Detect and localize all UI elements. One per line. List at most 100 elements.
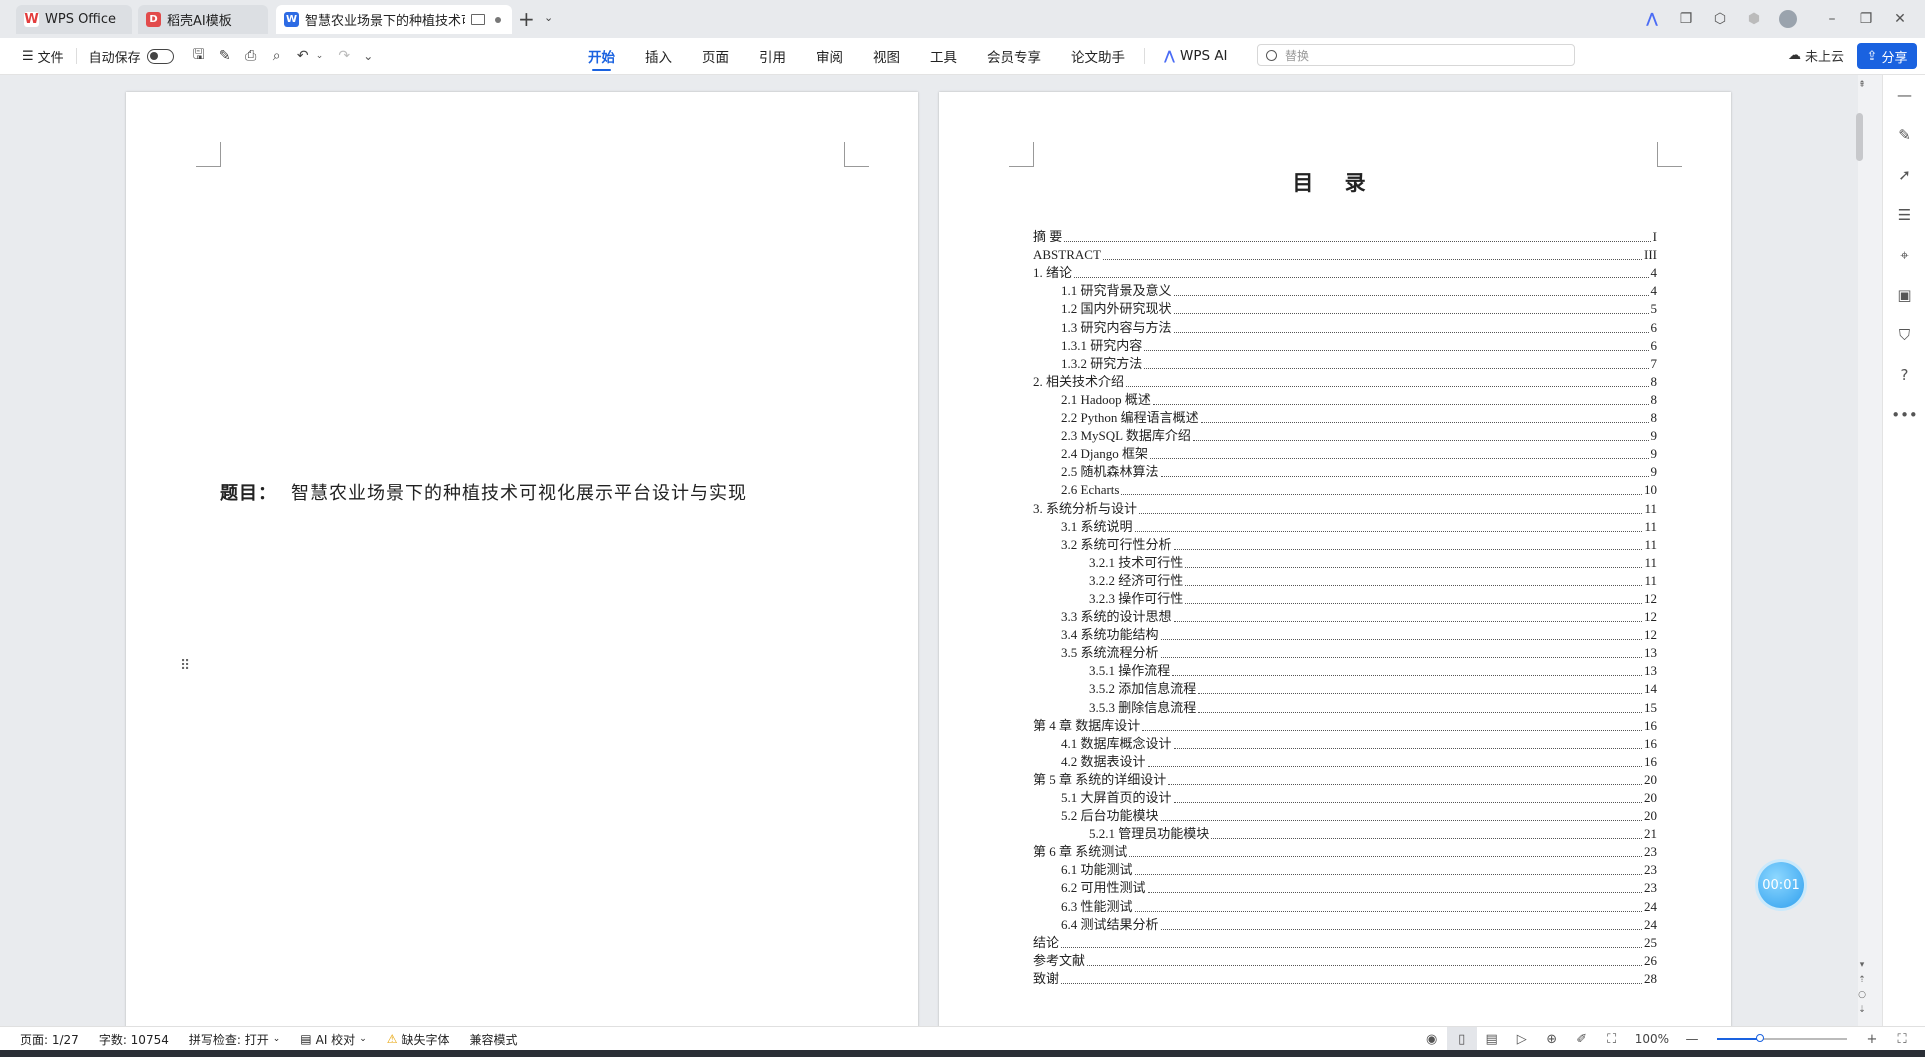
toc-entry[interactable]: 1.3.1 研究内容 6 xyxy=(1033,337,1657,355)
restore-icon[interactable]: ❐ xyxy=(1855,8,1877,30)
toc-entry[interactable]: 2.3 MySQL 数据库介绍 9 xyxy=(1033,427,1657,445)
page-view-icon[interactable]: ▯ xyxy=(1446,1027,1477,1051)
ai-check-button[interactable]: ▤ AI 校对 ⌄ xyxy=(300,1031,366,1048)
web-view-icon[interactable]: ⊕ xyxy=(1537,1027,1567,1051)
menu-view[interactable]: 视图 xyxy=(873,38,900,74)
select-cursor-icon[interactable]: ➚ xyxy=(1883,155,1925,195)
toc-entry[interactable]: 3.2 系统可行性分析 11 xyxy=(1033,536,1657,554)
toc-entry[interactable]: 2.6 Echarts 10 xyxy=(1033,481,1657,499)
pen-icon[interactable]: ✎ xyxy=(1883,115,1925,155)
page-indicator[interactable]: 页面: 1/27 xyxy=(20,1031,79,1048)
toc-entry[interactable]: 3.2.3 操作可行性 12 xyxy=(1033,590,1657,608)
window-mode-icon[interactable]: ❐ xyxy=(1675,8,1697,30)
toc-entry[interactable]: 5.2 后台功能模块 20 xyxy=(1033,807,1657,825)
help-icon[interactable]: ? xyxy=(1883,355,1925,395)
menu-thesis-assistant[interactable]: 论文助手 xyxy=(1071,38,1125,74)
toc-entry[interactable]: 3.4 系统功能结构 12 xyxy=(1033,626,1657,644)
toc-entry[interactable]: 第 5 章 系统的详细设计 20 xyxy=(1033,771,1657,789)
zoom-slider-knob[interactable] xyxy=(1755,1034,1764,1042)
settings-icon[interactable]: ⬢ xyxy=(1743,8,1765,30)
toc-entry[interactable]: 3.5.1 操作流程 13 xyxy=(1033,662,1657,680)
collapse-panel-icon[interactable]: — xyxy=(1883,75,1925,115)
toc-entry[interactable]: 3.5.2 添加信息流程 14 xyxy=(1033,680,1657,698)
more-icon[interactable]: ••• xyxy=(1883,395,1925,435)
toc-entry[interactable]: 6.4 测试结果分析 24 xyxy=(1033,916,1657,934)
pointer-icon[interactable]: ⌖ xyxy=(1883,235,1925,275)
print-icon[interactable]: ⎙ xyxy=(242,47,260,65)
recording-timer[interactable]: 00:01 xyxy=(1758,862,1804,908)
toc-entry[interactable]: 2.1 Hadoop 概述 8 xyxy=(1033,391,1657,409)
toc-entry[interactable]: 4.1 数据库概念设计 16 xyxy=(1033,735,1657,753)
scroll-down-icon[interactable]: ▾ xyxy=(1855,960,1869,970)
toc-entry[interactable]: 3. 系统分析与设计 11 xyxy=(1033,499,1657,517)
word-count[interactable]: 字数: 10754 xyxy=(99,1031,169,1048)
redo-icon[interactable]: ↷ xyxy=(335,47,353,65)
toc-entry[interactable]: 6.2 可用性测试 23 xyxy=(1033,879,1657,897)
menu-references[interactable]: 引用 xyxy=(759,38,786,74)
menu-wps-ai[interactable]: ⋀ WPS AI xyxy=(1164,38,1228,74)
tab-wps-office[interactable]: W WPS Office xyxy=(16,5,132,34)
spellcheck-status[interactable]: 拼写检查: 打开 ⌄ xyxy=(189,1031,280,1048)
minimize-icon[interactable]: – xyxy=(1821,8,1843,30)
toc-entry[interactable]: 2.5 随机森林算法 9 xyxy=(1033,463,1657,481)
write-mode-icon[interactable]: ✐ xyxy=(1567,1027,1597,1051)
menu-page[interactable]: 页面 xyxy=(702,38,729,74)
toc-entry[interactable]: 3.1 系统说明 11 xyxy=(1033,518,1657,536)
eye-protection-icon[interactable]: ◉ xyxy=(1417,1027,1447,1051)
undo-icon[interactable]: ↶ xyxy=(294,47,312,65)
cloud-status-button[interactable]: ☁ 未上云 xyxy=(1788,46,1844,65)
menu-review[interactable]: 审阅 xyxy=(816,38,843,74)
toc-entry[interactable]: 6.1 功能测试 23 xyxy=(1033,861,1657,879)
share-button[interactable]: ⇪ 分享 xyxy=(1857,43,1917,69)
scroll-thumb[interactable] xyxy=(1856,113,1863,161)
format-painter-icon[interactable]: ✎ xyxy=(216,47,234,65)
autosave-toggle[interactable] xyxy=(146,48,174,64)
shirt-icon[interactable]: ⛉ xyxy=(1883,315,1925,355)
scroll-top-icon[interactable]: ⇞ xyxy=(1855,80,1869,90)
toc-entry[interactable]: 6.3 性能测试 24 xyxy=(1033,897,1657,915)
menu-tools[interactable]: 工具 xyxy=(930,38,957,74)
vertical-scrollbar[interactable] xyxy=(1858,75,1882,1026)
toc-entry[interactable]: 2.4 Django 框架 9 xyxy=(1033,445,1657,463)
toc-entry[interactable]: 5.1 大屏首页的设计 20 xyxy=(1033,789,1657,807)
toc-entry[interactable]: 3.5.3 删除信息流程 15 xyxy=(1033,698,1657,716)
prev-page-icon[interactable]: ⇡ xyxy=(1855,975,1869,985)
missing-font-button[interactable]: ⚠ 缺失字体 xyxy=(387,1031,450,1048)
toc-entry[interactable]: 第 4 章 数据库设计 16 xyxy=(1033,717,1657,735)
print-preview-icon[interactable]: ⌕ xyxy=(268,47,286,65)
toc-entry[interactable]: 1.3 研究内容与方法 6 xyxy=(1033,318,1657,336)
wps-ai-brand-icon[interactable]: ⋀ xyxy=(1641,8,1663,30)
image-tool-icon[interactable]: ▣ xyxy=(1883,275,1925,315)
tab-document[interactable]: W 智慧农业场景下的种植技术可 xyxy=(276,5,512,34)
thesis-title[interactable]: 题目： 智慧农业场景下的种植技术可视化展示平台设计与实现 xyxy=(220,479,747,505)
outline-view-icon[interactable]: ▤ xyxy=(1477,1027,1507,1051)
toc-entry[interactable]: 3.5 系统流程分析 13 xyxy=(1033,644,1657,662)
toc-entry[interactable]: 4.2 数据表设计 16 xyxy=(1033,753,1657,771)
new-tab-plus-icon[interactable]: + xyxy=(518,8,535,30)
undo-chevron-icon[interactable]: ⌄ xyxy=(316,51,324,61)
toc-entry[interactable]: 致谢 28 xyxy=(1033,970,1657,988)
zoom-out-icon[interactable]: — xyxy=(1677,1027,1707,1051)
more-chevron-icon[interactable]: ⌄ xyxy=(363,49,373,63)
document-page-1[interactable]: 题目： 智慧农业场景下的种植技术可视化展示平台设计与实现 xyxy=(126,92,918,1026)
zoom-level[interactable]: 100% xyxy=(1635,1032,1669,1046)
unsaved-dot-icon[interactable] xyxy=(495,16,501,23)
save-icon[interactable]: 🖫 xyxy=(190,47,208,65)
toc-entry[interactable]: 1. 绪论 4 xyxy=(1033,264,1657,282)
toc-entry[interactable]: 结论 25 xyxy=(1033,934,1657,952)
zoom-in-icon[interactable]: + xyxy=(1857,1027,1887,1051)
fullscreen-icon[interactable]: ⛶ xyxy=(1887,1027,1917,1051)
tab-daoke-ai[interactable]: D 稻壳AI模板 xyxy=(138,5,268,34)
search-input[interactable]: 替换 xyxy=(1257,44,1575,66)
menu-insert[interactable]: 插入 xyxy=(645,38,672,74)
play-icon[interactable]: ▷ xyxy=(1507,1027,1537,1051)
toc-entry[interactable]: 5.2.1 管理员功能模块 21 xyxy=(1033,825,1657,843)
toc-entry[interactable]: 1.1 研究背景及意义 4 xyxy=(1033,282,1657,300)
close-icon[interactable]: ✕ xyxy=(1889,8,1911,30)
adjust-sliders-icon[interactable]: ☰ xyxy=(1883,195,1925,235)
toc-entry[interactable]: 3.2.2 经济可行性 11 xyxy=(1033,572,1657,590)
toc-entry[interactable]: 2. 相关技术介绍 8 xyxy=(1033,373,1657,391)
drag-handle-icon[interactable]: ⠿ xyxy=(180,658,190,674)
tab-list-chevron-icon[interactable]: ⌄ xyxy=(544,11,553,24)
select-browse-icon[interactable]: ○ xyxy=(1855,990,1869,1000)
